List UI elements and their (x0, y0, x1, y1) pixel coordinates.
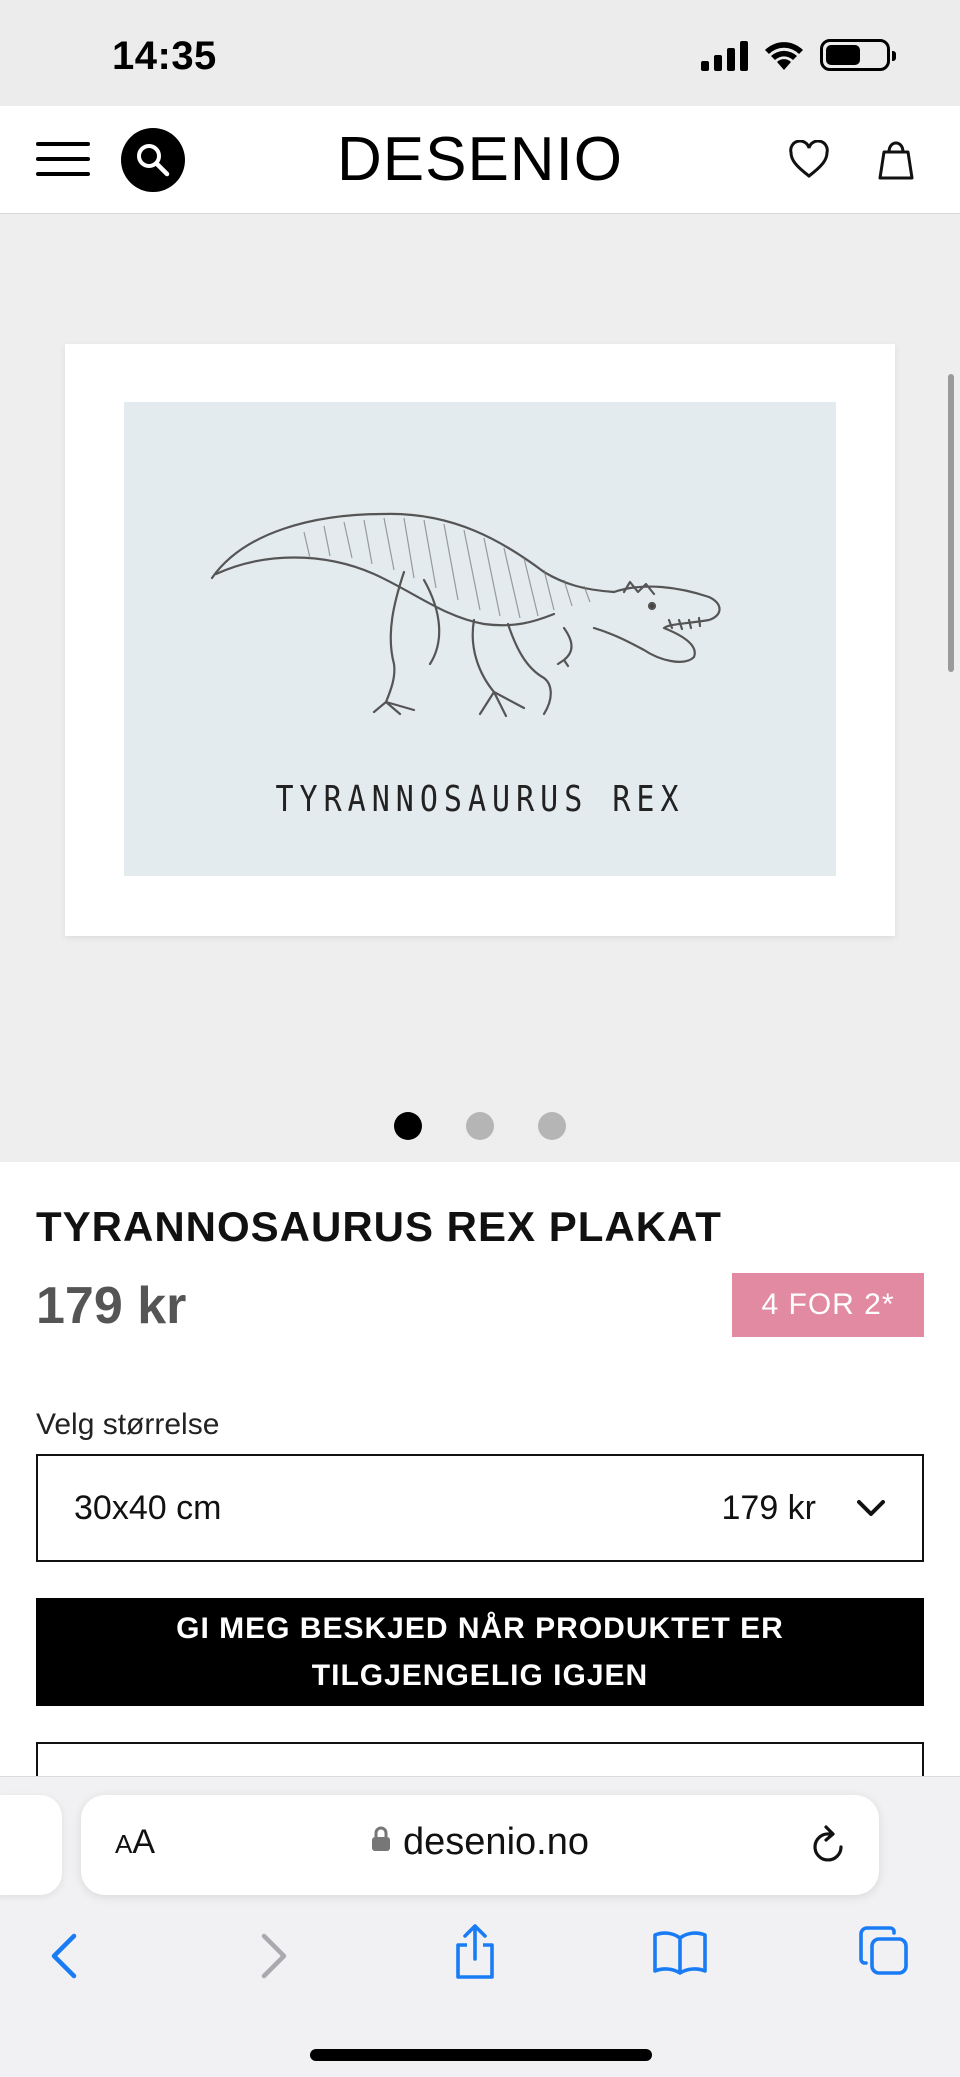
t-rex-illustration (210, 512, 721, 718)
forward-icon[interactable] (258, 1931, 290, 1981)
size-label: Velg størrelse (36, 1408, 220, 1441)
gallery-dot-3[interactable] (538, 1112, 566, 1140)
url-domain[interactable]: desenio.no (81, 1821, 879, 1864)
home-indicator (310, 2049, 652, 2061)
tabs-icon[interactable] (858, 1925, 910, 1977)
page-scrollbar[interactable] (948, 374, 954, 672)
poster-image: TYRANNOSAURUS REX (124, 402, 836, 876)
size-select[interactable]: 30x40 cm 179 kr (36, 1454, 924, 1562)
bag-icon[interactable] (876, 136, 916, 180)
chevron-down-icon (857, 1500, 885, 1516)
poster-caption: TYRANNOSAURUS REX (275, 778, 685, 821)
browser-chrome: AA desenio.no (0, 1776, 960, 2077)
share-icon[interactable] (452, 1923, 498, 1981)
heart-icon[interactable] (788, 140, 830, 180)
reload-icon[interactable] (809, 1823, 849, 1867)
gallery-dot-1[interactable] (394, 1112, 422, 1140)
product-gallery[interactable]: TYRANNOSAURUS REX (0, 214, 960, 1162)
battery-icon (820, 39, 896, 71)
site-header: DESENIO (0, 106, 960, 214)
back-icon[interactable] (48, 1931, 80, 1981)
previous-tab-preview[interactable] (0, 1795, 62, 1895)
gallery-pagination (0, 1112, 960, 1140)
lock-icon (372, 1826, 391, 1851)
promo-badge[interactable]: 4 FOR 2* (732, 1273, 924, 1337)
size-selected-value: 30x40 cm (74, 1488, 222, 1527)
notify-me-button[interactable]: GI MEG BESKJED NÅR PRODUKTET ER TILGJENG… (36, 1598, 924, 1706)
bookmarks-icon[interactable] (652, 1929, 708, 1975)
status-icons (701, 38, 896, 72)
status-bar: 14:35 (0, 0, 960, 106)
cellular-signal-icon (701, 39, 748, 71)
gallery-dot-2[interactable] (466, 1112, 494, 1140)
product-title: TYRANNOSAURUS REX PLAKAT (36, 1203, 722, 1250)
product-price: 179 kr (36, 1277, 187, 1335)
browser-toolbar (0, 1917, 960, 2007)
wifi-icon (765, 42, 803, 70)
status-time: 14:35 (112, 34, 217, 78)
size-price: 179 kr (721, 1488, 817, 1527)
poster-frame: TYRANNOSAURUS REX (65, 344, 895, 936)
address-bar[interactable]: AA desenio.no (81, 1795, 879, 1895)
